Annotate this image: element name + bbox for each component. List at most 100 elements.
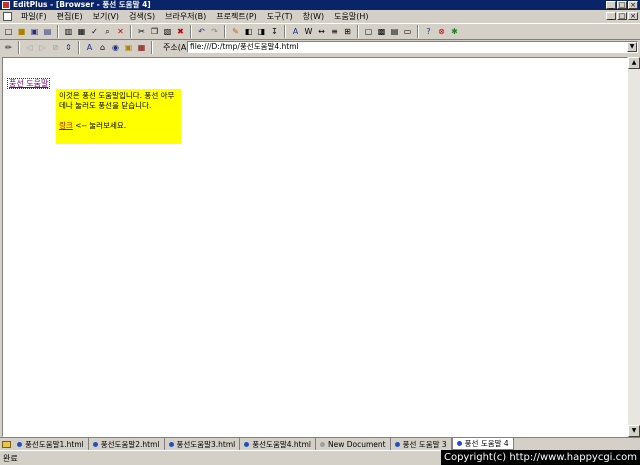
document-tab-bar: 풍선도움말1.html 풍선도움말2.html 풍선도움말3.html 풍선도움… [0, 437, 640, 450]
doc-minimize-button[interactable]: _ [606, 12, 616, 20]
favorites-icon[interactable]: ▣ [123, 42, 134, 53]
title-bar: EditPlus - [Browser - 풍선 도움말 4] [0, 0, 640, 10]
fullscreen-icon[interactable]: ▢ [363, 26, 374, 37]
refresh-icon[interactable]: ⇕ [63, 42, 74, 53]
text-file-icon [320, 441, 325, 447]
tools-icon[interactable]: ✱ [449, 26, 460, 37]
search-web-icon[interactable]: ◉ [110, 42, 121, 53]
tab-browser-3[interactable]: 풍선 도움말 3 [391, 438, 452, 450]
toolbar-separator [57, 25, 59, 38]
balloon-help-link[interactable]: 풍선 도움말 [7, 78, 51, 89]
menu-file[interactable]: 파일(F) [16, 10, 52, 23]
goto-line-icon[interactable]: ↧ [269, 26, 280, 37]
doc-close-button[interactable]: × [628, 12, 638, 20]
spell-check-icon[interactable]: ✓ [89, 26, 100, 37]
minimize-button[interactable]: _ [606, 1, 616, 9]
html-file-icon [244, 441, 250, 447]
balloon-tooltip[interactable]: 이것은 풍선 도움말입니다. 풍선 아무데나 눌러도 풍선을 닫습니다. 링크 … [56, 89, 181, 144]
toolbar-separator [357, 25, 359, 38]
goto-icon[interactable]: ◨ [256, 26, 267, 37]
help-icon[interactable]: ? [423, 26, 434, 37]
tooltip-link-line: 링크 <-- 눌러보세요. [59, 121, 178, 131]
vertical-scrollbar[interactable]: ▲ ▼ [628, 57, 640, 437]
menu-window[interactable]: 창(W) [298, 10, 330, 23]
doc-restore-button[interactable]: □ [617, 12, 627, 20]
cut-icon[interactable]: ✂ [136, 26, 147, 37]
history-icon[interactable]: ▦ [136, 42, 147, 53]
menu-help[interactable]: 도움말(H) [329, 10, 373, 23]
paste-icon[interactable]: ▧ [162, 26, 173, 37]
save-all-icon[interactable]: ▤ [42, 26, 53, 37]
open-folder-icon[interactable]: ■ [16, 26, 27, 37]
tab-doc-1[interactable]: 풍선도움말1.html [13, 438, 89, 450]
maximize-button[interactable]: □ [617, 1, 627, 9]
tab-doc-3[interactable]: 풍선도움말3.html [165, 438, 241, 450]
undo-icon[interactable]: ↶ [196, 26, 207, 37]
forward-icon[interactable]: ▷ [37, 42, 48, 53]
address-value: file:///D:/tmp/풍선도움말4.html [190, 42, 299, 51]
address-input[interactable]: file:///D:/tmp/풍선도움말4.html ▼ [187, 41, 638, 53]
directory-window-icon[interactable]: ▤ [389, 26, 400, 37]
menu-view[interactable]: 보기(V) [88, 10, 124, 23]
toolbar-separator [130, 25, 132, 38]
clear-icon[interactable]: ✖ [175, 26, 186, 37]
find-icon[interactable]: ⌕ [102, 26, 113, 37]
tab-browser-4[interactable]: 풍선 도움말 4 [451, 438, 514, 450]
menu-edit[interactable]: 편집(E) [52, 10, 88, 23]
save-icon[interactable]: ▣ [29, 26, 40, 37]
output-window-icon[interactable]: ▭ [402, 26, 413, 37]
address-label: 주소(A) [163, 43, 190, 52]
edit-pencil-icon[interactable]: ✏ [3, 42, 14, 53]
browser-icon [456, 441, 462, 446]
document-icon[interactable] [3, 12, 12, 21]
scroll-down-icon[interactable]: ▼ [628, 425, 640, 437]
scroll-up-icon[interactable]: ▲ [628, 57, 640, 69]
toolbar-separator [224, 25, 226, 38]
line-number-icon[interactable]: ≡ [329, 26, 340, 37]
close-button[interactable]: × [628, 1, 638, 9]
toolbar-separator [190, 25, 192, 38]
copyright-watermark: Copyright(c) http://www.happycgi.com [440, 450, 640, 465]
tab-doc-4[interactable]: 풍선도움말4.html [240, 438, 316, 450]
browser-icon [394, 441, 400, 447]
window-title: EditPlus - [Browser - 풍선 도움말 4] [13, 0, 151, 9]
menu-search[interactable]: 검색(S) [124, 10, 160, 23]
html-file-icon [92, 441, 98, 447]
font-size-icon[interactable]: A [84, 42, 95, 53]
copy-icon[interactable]: ❐ [149, 26, 160, 37]
window-controls: _ □ × [606, 1, 638, 9]
home-icon[interactable]: ⌂ [97, 42, 108, 53]
delete-icon[interactable]: ✕ [115, 26, 126, 37]
menu-project[interactable]: 프로젝트(P) [211, 10, 262, 23]
ruler-icon[interactable]: ↔ [316, 26, 327, 37]
toolbar-separator [78, 41, 80, 54]
cliptext-icon[interactable]: ⊞ [342, 26, 353, 37]
new-file-icon[interactable]: □ [3, 26, 14, 37]
toolbar-separator [417, 25, 419, 38]
find-replace-icon[interactable]: ✎ [230, 26, 241, 37]
folder-icon[interactable] [0, 438, 13, 450]
print-preview-icon[interactable]: ▥ [63, 26, 74, 37]
word-wrap-icon[interactable]: W [303, 26, 314, 37]
print-icon[interactable]: ▦ [76, 26, 87, 37]
toolbar-separator [18, 41, 20, 54]
menu-tools[interactable]: 도구(T) [262, 10, 298, 23]
document-window-controls: _ □ × [606, 12, 638, 20]
tooltip-link[interactable]: 링크 [59, 121, 73, 130]
menu-bar: 파일(F) 편집(E) 보기(V) 검색(S) 브라우저(B) 프로젝트(P) … [0, 10, 640, 23]
address-dropdown-icon[interactable]: ▼ [627, 42, 637, 52]
tab-new-document[interactable]: New Document [316, 438, 391, 450]
toolbar-separator [151, 41, 153, 54]
toolbar-separator [284, 25, 286, 38]
main-toolbar: □ ■ ▣ ▤ ▥ ▦ ✓ ⌕ ✕ ✂ ❐ ▧ ✖ ↶ ↷ ✎ ◧ ◨ ↧ A … [0, 23, 640, 40]
replace-icon[interactable]: ◧ [243, 26, 254, 37]
tab-doc-2[interactable]: 풍선도움말2.html [89, 438, 165, 450]
stop-icon[interactable]: ⊗ [436, 26, 447, 37]
menu-browser[interactable]: 브라우저(B) [160, 10, 211, 23]
redo-icon[interactable]: ↷ [209, 26, 220, 37]
font-icon[interactable]: A [290, 26, 301, 37]
stop-loading-icon[interactable]: ⊘ [50, 42, 61, 53]
back-icon[interactable]: ◁ [24, 42, 35, 53]
tooltip-message: 이것은 풍선 도움말입니다. 풍선 아무데나 눌러도 풍선을 닫습니다. [59, 91, 175, 110]
toolbar-toggle-icon[interactable]: ▩ [376, 26, 387, 37]
